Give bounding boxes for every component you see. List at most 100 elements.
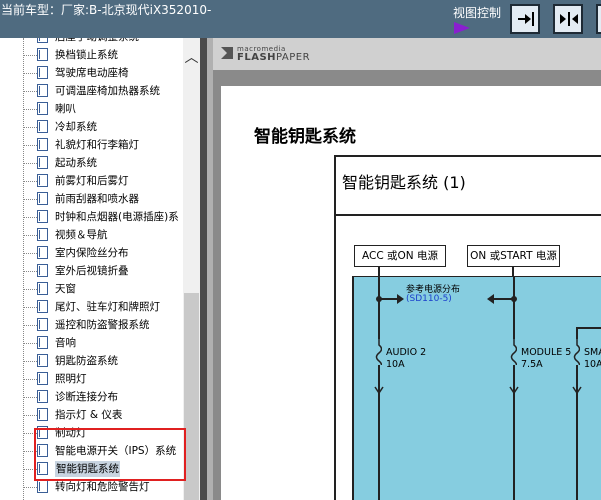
fuse-label: SMA KEY10A bbox=[584, 347, 601, 371]
fuse-label: AUDIO 2 10A bbox=[386, 347, 426, 371]
tree-item-label: 制动灯 bbox=[55, 427, 87, 439]
tree-connector-tick bbox=[23, 145, 37, 146]
document-icon bbox=[37, 210, 48, 223]
view-fit-right-button[interactable] bbox=[510, 4, 540, 34]
tree-item[interactable]: 制动灯 bbox=[37, 424, 200, 442]
tree-item[interactable]: 礼貌灯和行李箱灯 bbox=[37, 136, 200, 154]
tree-item-label: 天窗 bbox=[55, 283, 76, 295]
tree-item[interactable]: 室内保险丝分布 bbox=[37, 244, 200, 262]
tree-item[interactable]: 起动系统 bbox=[37, 154, 200, 172]
fuse-label: MODULE 5 7.5A bbox=[521, 347, 571, 371]
document-icon bbox=[37, 156, 48, 169]
tree-item[interactable]: 后座手动调整系统 bbox=[37, 38, 200, 46]
top-bar: 当前车型：厂家:B-北京现代iX352010- 视图控制 bbox=[0, 0, 601, 38]
fuse-name: AUDIO 2 bbox=[386, 347, 427, 358]
document-icon bbox=[37, 264, 48, 277]
tree-item[interactable]: 照明灯 bbox=[37, 370, 200, 388]
tree-pane: 后座手动调整系统换档锁止系统驾驶席电动座椅可调温座椅加热器系统喇叭冷却系统礼貌灯… bbox=[0, 38, 200, 500]
document-icon bbox=[37, 390, 48, 403]
chevron-down-icon bbox=[509, 386, 519, 395]
tree-connector-tick bbox=[23, 397, 37, 398]
tree-item[interactable]: 室外后视镜折叠 bbox=[37, 262, 200, 280]
tree-item[interactable]: 换档锁止系统 bbox=[37, 46, 200, 64]
fuse-rating: 10A bbox=[584, 359, 601, 370]
tree-item[interactable]: 钥匙防盗系统 bbox=[37, 352, 200, 370]
scroll-up-chevron-icon[interactable]: ︿ bbox=[183, 50, 200, 66]
tree-item[interactable]: 尾灯、驻车灯和牌照灯 bbox=[37, 298, 200, 316]
tree-item[interactable]: 诊断连接分布 bbox=[37, 388, 200, 406]
power-acc-label: ACC 或ON 电源 bbox=[354, 245, 446, 267]
document-icon bbox=[37, 66, 48, 79]
brand-text: FLASHPAPER bbox=[237, 52, 310, 63]
reference-link[interactable]: (SD110-5) bbox=[406, 294, 452, 304]
scrollbar-thumb[interactable] bbox=[184, 293, 199, 500]
tree-item[interactable]: 转向灯和危险警告灯 bbox=[37, 478, 200, 496]
document-icon bbox=[37, 408, 48, 421]
document-icon bbox=[37, 480, 48, 493]
document-icon bbox=[37, 318, 48, 331]
document-icon bbox=[37, 300, 48, 313]
document-icon bbox=[37, 48, 48, 61]
tree-item-label: 后座手动调整系统 bbox=[55, 38, 139, 45]
tree-connector-tick bbox=[23, 451, 37, 452]
fuse-icon bbox=[572, 339, 580, 365]
tree-item[interactable]: 前雨刮器和喷水器 bbox=[37, 190, 200, 208]
flashpaper-header: macromedia FLASHPAPER bbox=[213, 38, 601, 70]
arrow-right-bar-icon bbox=[518, 12, 534, 26]
tree-connector-tick bbox=[23, 271, 37, 272]
document-icon bbox=[37, 38, 48, 43]
tree-item-label: 遥控和防盗警报系统 bbox=[55, 319, 150, 331]
wire bbox=[576, 327, 601, 329]
document-icon bbox=[37, 138, 48, 151]
document-icon bbox=[37, 192, 48, 205]
tree-item[interactable]: 冷却系统 bbox=[37, 118, 200, 136]
tree-item[interactable]: 驾驶席电动座椅 bbox=[37, 64, 200, 82]
tree-connector-tick bbox=[23, 487, 37, 488]
tree-item[interactable]: 指示灯 & 仪表 bbox=[37, 406, 200, 424]
tree-item-label: 前雨刮器和喷水器 bbox=[55, 193, 139, 205]
tree-item[interactable]: 喇叭 bbox=[37, 100, 200, 118]
tree-connector-tick bbox=[23, 253, 37, 254]
tree-connector-tick bbox=[23, 91, 37, 92]
brand-main: FLASH bbox=[237, 52, 277, 63]
document-icon bbox=[37, 444, 48, 457]
view-fit-width-button[interactable] bbox=[553, 4, 583, 34]
tree-connector-tick bbox=[23, 307, 37, 308]
tree-item[interactable]: 前雾灯和后雾灯 bbox=[37, 172, 200, 190]
tree-connector-tick bbox=[23, 199, 37, 200]
current-model-label: 当前车型：厂家:B-北京现代iX352010- bbox=[1, 3, 212, 17]
tree-item-label: 诊断连接分布 bbox=[55, 391, 118, 403]
arrow-left-icon bbox=[487, 294, 494, 304]
tree-item[interactable]: 遥控和防盗警报系统 bbox=[37, 316, 200, 334]
view-extra-button[interactable] bbox=[596, 4, 601, 34]
tree-item[interactable]: 天窗 bbox=[37, 280, 200, 298]
tree-connector-tick bbox=[23, 415, 37, 416]
tree-item[interactable]: 可调温座椅加热器系统 bbox=[37, 82, 200, 100]
tree-scrollbar[interactable]: ︿ bbox=[183, 38, 200, 500]
tree-item-label: 视频＆导航 bbox=[55, 229, 108, 241]
diagram-title: 智能钥匙系统 (1) bbox=[342, 173, 466, 192]
tree-item[interactable]: 时钟和点烟器(电源插座)系 bbox=[37, 208, 200, 226]
document-icon bbox=[37, 84, 48, 97]
play-triangle-icon[interactable] bbox=[454, 22, 470, 34]
tree-item[interactable]: 智能钥匙系统 bbox=[37, 460, 200, 478]
arrows-split-icon bbox=[560, 12, 578, 26]
power-on-label: ON 或START 电源 bbox=[467, 245, 560, 267]
view-control-label: 视图控制 bbox=[453, 6, 502, 20]
tree-connector-tick bbox=[23, 55, 37, 56]
tree-item[interactable]: 智能电源开关（IPS）系统 bbox=[37, 442, 200, 460]
tree-item-label: 冷却系统 bbox=[55, 121, 97, 133]
tree-connector-tick bbox=[23, 325, 37, 326]
tree-item-label: 钥匙防盗系统 bbox=[55, 355, 118, 367]
macromedia-logo-icon bbox=[221, 47, 233, 59]
tree-item[interactable]: 音响 bbox=[37, 334, 200, 352]
tree-connector-tick bbox=[23, 433, 37, 434]
document-icon bbox=[37, 282, 48, 295]
tree-item[interactable]: 视频＆导航 bbox=[37, 226, 200, 244]
tree-item-label: 音响 bbox=[55, 337, 76, 349]
wire bbox=[381, 298, 397, 300]
pane-splitter[interactable] bbox=[200, 38, 207, 500]
document-icon bbox=[37, 174, 48, 187]
tree-item-label: 照明灯 bbox=[55, 373, 87, 385]
tree-connector-tick bbox=[23, 379, 37, 380]
